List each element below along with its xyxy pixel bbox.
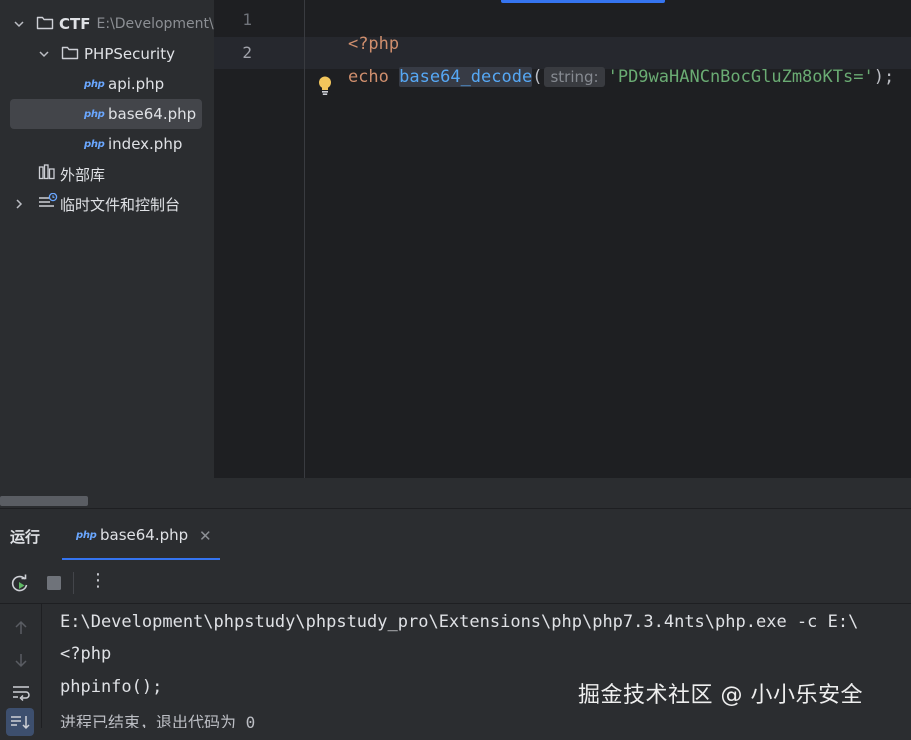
toolbar-separator (73, 572, 74, 594)
line-number-gutter: 1 2 (214, 0, 305, 478)
closing-punctuation: ); (873, 67, 895, 87)
tree-item-label: PHPSecurity (84, 45, 175, 63)
soft-wrap-icon[interactable] (9, 680, 33, 704)
tree-item-scratches[interactable]: 临时文件和控制台 (0, 190, 214, 218)
horizontal-scrollbar[interactable] (0, 496, 88, 506)
run-panel-title: 运行 (10, 528, 41, 546)
console-output-line: <?php (60, 644, 112, 664)
parameter-hint: string: (544, 67, 605, 87)
tree-item-label: base64.php (108, 105, 197, 123)
tree-item-root[interactable]: CTF E:\Development\ (0, 10, 214, 38)
tree-item-label: index.php (108, 135, 183, 153)
watermark: 掘金技术社区 @ 小小乐安全 (578, 683, 863, 708)
more-options-icon[interactable]: ⋮ (86, 570, 110, 594)
php-file-icon: php (84, 78, 105, 90)
run-tab-base64[interactable]: php base64.php ✕ (62, 512, 220, 560)
chevron-down-icon[interactable] (13, 18, 25, 30)
tree-item-label: 临时文件和控制台 (60, 195, 181, 214)
tree-item-external-libraries[interactable]: 外部库 (0, 160, 214, 188)
folder-icon (61, 45, 79, 64)
tree-item-folder-phpsecurity[interactable]: PHPSecurity (0, 40, 214, 68)
lightbulb-icon[interactable] (317, 75, 333, 97)
tree-item-file[interactable]: php api.php (0, 70, 214, 98)
tree-item-label: 外部库 (60, 165, 106, 184)
stop-icon[interactable] (42, 571, 66, 595)
active-editor-tab-indicator (501, 0, 665, 3)
console-output[interactable]: E:\Development\phpstudy\phpstudy_pro\Ext… (42, 604, 911, 728)
scroll-to-end-icon[interactable] (6, 708, 34, 736)
console-output-line: phpinfo(); (60, 677, 163, 697)
tree-item-root-label: CTF (59, 15, 91, 33)
arrow-down-icon[interactable] (9, 648, 33, 672)
code-line-2[interactable]: echo base64_decode(string: 'PD9waHANCnBoc… (307, 41, 894, 87)
project-tree: CTF E:\Development\ PHPSecurity php api.… (0, 0, 214, 508)
console-exit-message: 进程已结束，退出代码为 0 (60, 713, 256, 728)
rerun-icon[interactable] (8, 571, 32, 595)
code-line-1[interactable]: <?php (307, 8, 399, 54)
line-number: 1 (242, 10, 252, 29)
open-paren: ( (532, 67, 543, 87)
code-editor[interactable]: 1 2 <?php echo base64_decode(string: 'PD9… (214, 0, 911, 478)
keyword-echo: echo (347, 67, 389, 87)
php-file-icon: php (84, 138, 105, 150)
console-side-toolbar (0, 604, 42, 736)
tree-item-label: api.php (108, 75, 165, 93)
run-tab-label: base64.php (100, 526, 189, 544)
scratches-icon (38, 192, 58, 215)
tree-item-file[interactable]: php index.php (0, 130, 214, 158)
run-toolbar: ⋮ (0, 562, 911, 604)
arrow-up-icon[interactable] (9, 616, 33, 640)
close-icon[interactable]: ✕ (199, 527, 212, 545)
php-file-icon: php (76, 530, 97, 541)
line-number: 2 (242, 43, 252, 62)
php-file-icon: php (84, 108, 105, 120)
folder-icon (36, 15, 54, 34)
console-command-line: E:\Development\phpstudy\phpstudy_pro\Ext… (60, 612, 859, 632)
string-literal: 'PD9waHANCnBocGluZm8oKTs=' (607, 67, 874, 87)
library-icon (38, 164, 56, 184)
tree-item-root-path: E:\Development\ (96, 16, 214, 32)
tree-item-file-selected[interactable]: php base64.php (10, 99, 202, 129)
function-name: base64_decode (399, 67, 533, 87)
chevron-right-icon[interactable] (13, 198, 25, 210)
chevron-down-icon[interactable] (38, 48, 50, 60)
